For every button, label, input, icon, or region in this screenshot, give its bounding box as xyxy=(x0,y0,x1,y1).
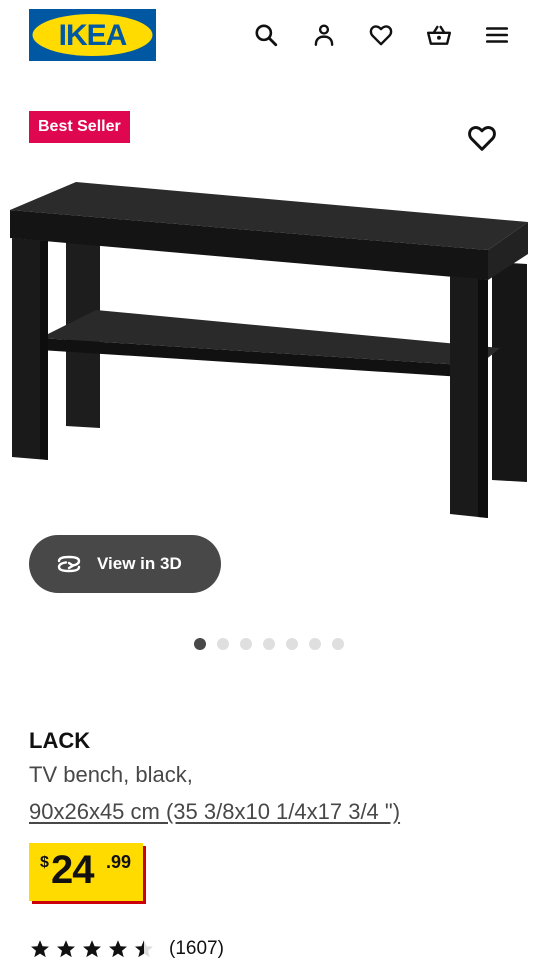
review-count: (1607) xyxy=(169,938,224,959)
site-header: IKEA xyxy=(0,0,540,70)
best-seller-badge: Best Seller xyxy=(29,111,130,143)
star-full-icon xyxy=(31,940,49,958)
view-in-3d-label: View in 3D xyxy=(97,554,182,573)
gallery-dot-5[interactable] xyxy=(286,638,298,650)
gallery-dot-2[interactable] xyxy=(217,638,229,650)
view-in-3d-button[interactable]: View in 3D xyxy=(29,535,221,593)
product-name: LACK xyxy=(29,728,91,753)
ikea-logo[interactable]: IKEA xyxy=(29,9,156,61)
rotate-3d-icon xyxy=(57,555,81,573)
star-full-icon xyxy=(83,940,101,958)
price-whole: 24 xyxy=(51,848,94,892)
gallery-dot-3[interactable] xyxy=(240,638,252,650)
rating-stars xyxy=(29,938,155,960)
basket-icon[interactable] xyxy=(424,20,454,50)
account-icon[interactable] xyxy=(309,20,339,50)
product-description: TV bench, black, xyxy=(29,762,193,787)
gallery-dot-1[interactable] xyxy=(194,638,206,650)
gallery-pagination xyxy=(194,638,344,650)
gallery-dot-6[interactable] xyxy=(309,638,321,650)
gallery-dot-4[interactable] xyxy=(263,638,275,650)
add-to-favourites-heart-icon[interactable] xyxy=(466,122,498,154)
search-icon[interactable] xyxy=(251,20,281,50)
product-dimensions-link[interactable]: 90x26x45 cm (35 3/8x10 1/4x17 3/4 ") xyxy=(29,799,400,825)
star-half-icon xyxy=(135,940,153,958)
star-full-icon xyxy=(109,940,127,958)
menu-icon[interactable] xyxy=(482,20,512,50)
tv-bench-illustration xyxy=(10,182,528,518)
price-currency: $ xyxy=(40,854,49,871)
product-image[interactable] xyxy=(0,170,540,530)
heart-icon[interactable] xyxy=(366,20,396,50)
price-cents: .99 xyxy=(106,852,132,872)
gallery-dot-7[interactable] xyxy=(332,638,344,650)
product-rating[interactable]: (1607) xyxy=(29,937,224,961)
logo-text: IKEA xyxy=(59,19,127,52)
star-full-icon xyxy=(57,940,75,958)
price-tag: $ 24 .99 xyxy=(29,843,143,901)
